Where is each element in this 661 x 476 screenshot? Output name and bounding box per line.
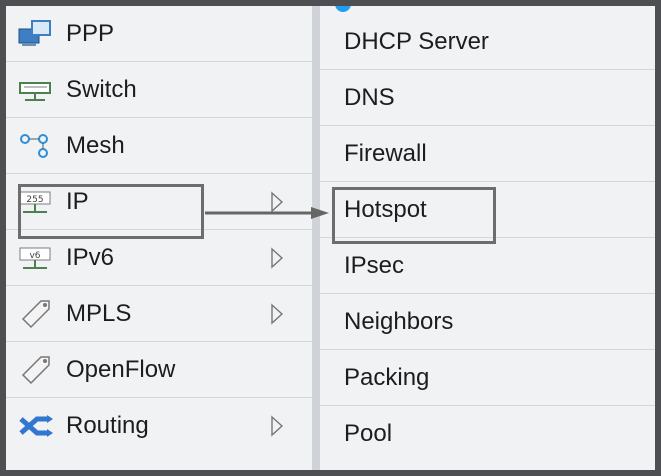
ppp-icon	[16, 17, 56, 51]
submenu-item-label: Packing	[344, 363, 430, 391]
submenu-item-label: Hotspot	[344, 195, 427, 223]
menu-item-switch[interactable]: Switch	[6, 62, 312, 118]
submenu-item-label: DNS	[344, 83, 395, 111]
menu-item-label: IP	[66, 187, 89, 215]
submenu-item-hotspot[interactable]: Hotspot	[320, 182, 655, 238]
submenu-item-label: DHCP Server	[344, 27, 489, 55]
submenu-item-dhcp-server[interactable]: DHCP Server	[320, 14, 655, 70]
menu-item-label: MPLS	[66, 299, 132, 327]
ip-submenu: DHCP Server DNS Firewall Hotspot IPsec N…	[320, 6, 655, 470]
menu-item-label: Mesh	[66, 131, 125, 159]
submenu-item-ipsec[interactable]: IPsec	[320, 238, 655, 294]
mpls-icon	[16, 297, 56, 331]
submenu-item-label: Pool	[344, 420, 393, 447]
menu-item-label: PPP	[66, 19, 115, 47]
submenu-item-neighbors[interactable]: Neighbors	[320, 294, 655, 350]
menu-item-openflow[interactable]: OpenFlow	[6, 342, 312, 398]
submenu-item-pool[interactable]: Pool	[320, 406, 655, 462]
menu-item-label: IPv6	[66, 243, 115, 271]
connector-arrow-icon	[205, 207, 329, 219]
menu-item-mesh[interactable]: Mesh	[6, 118, 312, 174]
mesh-icon	[16, 129, 56, 163]
menu-item-ip[interactable]: 255 IP	[6, 174, 312, 230]
submenu-item-packing[interactable]: Packing	[320, 350, 655, 406]
submenu-item-label: IPsec	[344, 251, 405, 279]
menu-item-label: Routing	[66, 412, 149, 439]
svg-text:v6: v6	[29, 251, 40, 261]
menu-item-mpls[interactable]: MPLS	[6, 286, 312, 342]
ipv6-icon: v6	[16, 241, 56, 275]
menu-screenshot-frame: PPP Switch Mesh 255 IP v6 IPv6 MPLS Open…	[0, 0, 661, 476]
submenu-arrow-icon	[271, 415, 284, 437]
switch-icon	[16, 73, 56, 107]
menu-item-routing[interactable]: Routing	[6, 398, 312, 454]
submenu-arrow-icon	[271, 246, 284, 269]
menu-item-ipv6[interactable]: v6 IPv6	[6, 230, 312, 286]
routing-icon	[16, 409, 56, 443]
submenu-arrow-icon	[271, 302, 284, 325]
svg-text:255: 255	[26, 195, 43, 205]
submenu-item-dns[interactable]: DNS	[320, 70, 655, 126]
submenu-item-label: Neighbors	[344, 307, 454, 335]
main-menu: PPP Switch Mesh 255 IP v6 IPv6 MPLS Open…	[6, 6, 312, 470]
ip-icon: 255	[16, 185, 56, 219]
submenu-item-label: Firewall	[344, 139, 427, 167]
submenu-item-firewall[interactable]: Firewall	[320, 126, 655, 182]
menu-item-ppp[interactable]: PPP	[6, 6, 312, 62]
menu-item-label: OpenFlow	[66, 355, 176, 383]
openflow-icon	[16, 353, 56, 387]
menu-item-label: Switch	[66, 75, 137, 103]
